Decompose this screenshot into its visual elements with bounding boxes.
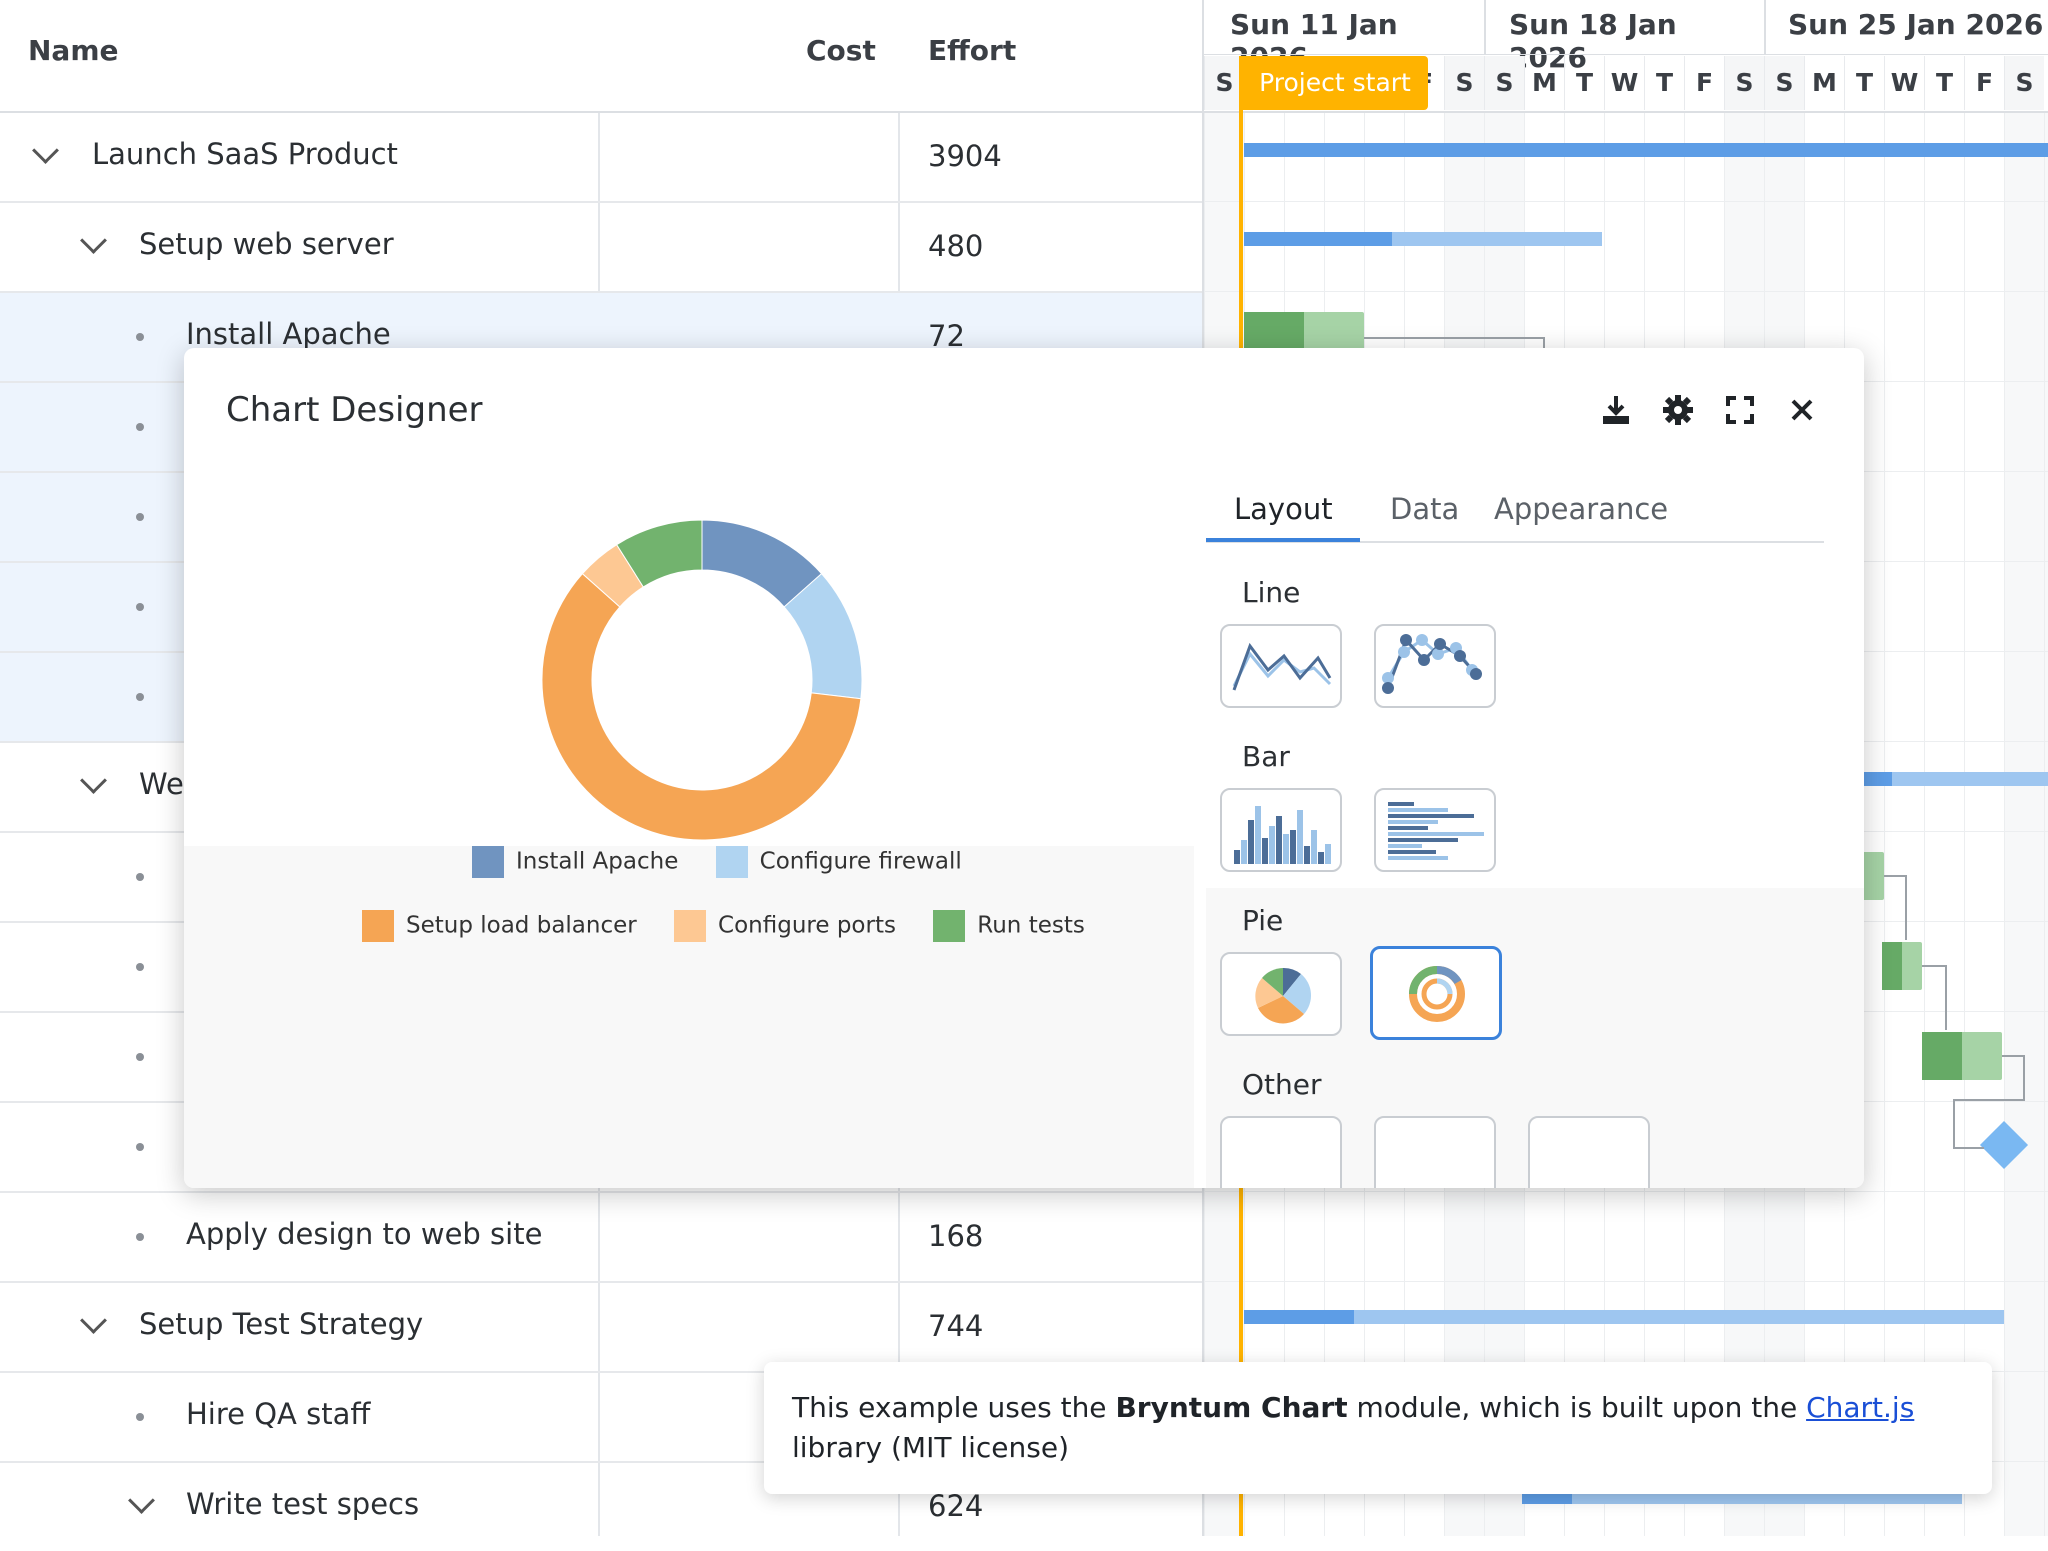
task-name: We [139, 767, 184, 801]
legend-label: Install Apache [516, 848, 679, 875]
legend-item[interactable]: Run tests [933, 910, 1085, 942]
legend-item[interactable]: Install Apache [472, 846, 678, 878]
fullscreen-icon[interactable] [1722, 392, 1758, 428]
bar-chart-option[interactable] [1220, 788, 1342, 872]
legend-item[interactable]: Configure ports [674, 910, 896, 942]
legend-label: Setup load balancer [406, 912, 637, 939]
task-name: Write test specs [186, 1487, 420, 1521]
task-name: Apply design to web site [186, 1217, 543, 1251]
active-tab-indicator [1206, 538, 1360, 542]
chevron-down-icon[interactable] [80, 1307, 107, 1334]
column-header-effort[interactable]: Effort [928, 34, 1016, 67]
bullet-icon [136, 603, 144, 611]
task-name: Setup Test Strategy [139, 1307, 424, 1341]
legend-swatch [715, 846, 748, 878]
section-label-line: Line [1242, 576, 1301, 609]
legend-swatch [674, 910, 707, 942]
tab-appearance[interactable]: Appearance [1494, 492, 1668, 526]
toast-text: library (MIT license) [792, 1431, 1069, 1464]
line-chart-icon [1232, 642, 1332, 691]
task-effort: 744 [928, 1309, 984, 1343]
section-label-pie: Pie [1242, 904, 1284, 937]
table-row[interactable]: Setup web server 480 [0, 203, 1202, 293]
bullet-icon [136, 1143, 144, 1151]
task-name: Hire QA staff [186, 1397, 371, 1431]
legend-label: Configure ports [718, 912, 896, 939]
point-line-chart-icon [1382, 634, 1482, 694]
section-label-other: Other [1242, 1068, 1322, 1101]
bullet-icon [136, 1053, 144, 1061]
column-header-name[interactable]: Name [28, 34, 119, 67]
task-effort: 3904 [928, 139, 1002, 173]
bullet-icon [136, 333, 144, 341]
legend-swatch [362, 910, 394, 942]
chart-legend-row: Setup load balancer Configure ports Run … [362, 910, 1115, 942]
legend-label: Run tests [977, 912, 1085, 939]
tab-layout[interactable]: Layout [1234, 492, 1333, 526]
download-icon[interactable] [1598, 392, 1634, 428]
task-effort: 624 [928, 1489, 984, 1523]
table-row[interactable]: Setup Test Strategy 744 [0, 1283, 1202, 1373]
dialog-title: Chart Designer [226, 390, 483, 430]
chart-options: Layout Data Appearance Line Bar Pie Othe… [1206, 468, 1864, 1188]
grid-header: Name Cost Effort [0, 0, 1202, 113]
table-row[interactable]: Launch SaaS Product 3904 [0, 113, 1202, 203]
legend-swatch [472, 846, 504, 878]
close-icon[interactable] [1784, 392, 1820, 428]
line-points-chart-option[interactable] [1374, 624, 1496, 708]
chart-designer-dialog[interactable]: Chart Designer Install Apache Configure … [184, 348, 1864, 1188]
legend-label: Configure firewall [759, 848, 962, 875]
toast-bold-text: Bryntum Chart [1115, 1391, 1348, 1424]
pie-chart-icon [1255, 967, 1312, 1024]
chevron-down-icon[interactable] [128, 1487, 155, 1514]
info-toast: This example uses the Bryntum Chart modu… [764, 1362, 1992, 1494]
chevron-down-icon[interactable] [32, 137, 59, 164]
toast-text: module, which is built upon the [1347, 1391, 1807, 1424]
bullet-icon [136, 873, 144, 881]
bullet-icon [136, 423, 144, 431]
other-chart-option[interactable] [1220, 1116, 1342, 1188]
pie-chart-option[interactable] [1220, 952, 1342, 1036]
section-label-bar: Bar [1242, 740, 1290, 773]
toast-text: This example uses the [792, 1391, 1116, 1424]
task-name: Launch SaaS Product [92, 137, 398, 171]
donut-chart [541, 519, 863, 841]
bullet-icon [136, 963, 144, 971]
bullet-icon [136, 693, 144, 701]
column-chart-icon [1234, 806, 1331, 864]
task-name: Install Apache [186, 317, 391, 351]
donut-chart-option[interactable] [1370, 946, 1502, 1040]
task-effort: 168 [928, 1219, 984, 1253]
task-name: Setup web server [139, 227, 394, 261]
donut-chart-icon [1409, 965, 1465, 1022]
chevron-down-icon[interactable] [80, 227, 107, 254]
chart-preview: Install Apache Configure firewall Setup … [184, 468, 1194, 1188]
legend-item[interactable]: Configure firewall [715, 846, 962, 878]
column-header-cost[interactable]: Cost [806, 34, 876, 67]
chevron-down-icon[interactable] [80, 767, 107, 794]
bullet-icon [136, 1233, 144, 1241]
gear-icon[interactable] [1660, 392, 1696, 428]
task-effort: 480 [928, 229, 984, 263]
chartjs-link[interactable]: Chart.js [1806, 1391, 1914, 1424]
table-row[interactable]: Apply design to web site 168 [0, 1193, 1202, 1283]
other-chart-option[interactable] [1374, 1116, 1496, 1188]
legend-swatch [933, 910, 966, 942]
horizontal-bar-chart-option[interactable] [1374, 788, 1496, 872]
bullet-icon [136, 1413, 144, 1421]
tab-data[interactable]: Data [1390, 492, 1459, 526]
horizontal-bar-icon [1388, 802, 1484, 860]
chart-legend-row: Install Apache Configure firewall [472, 846, 992, 878]
other-chart-option[interactable] [1528, 1116, 1650, 1188]
legend-item[interactable]: Setup load balancer [362, 910, 637, 942]
bullet-icon [136, 513, 144, 521]
line-chart-option[interactable] [1220, 624, 1342, 708]
